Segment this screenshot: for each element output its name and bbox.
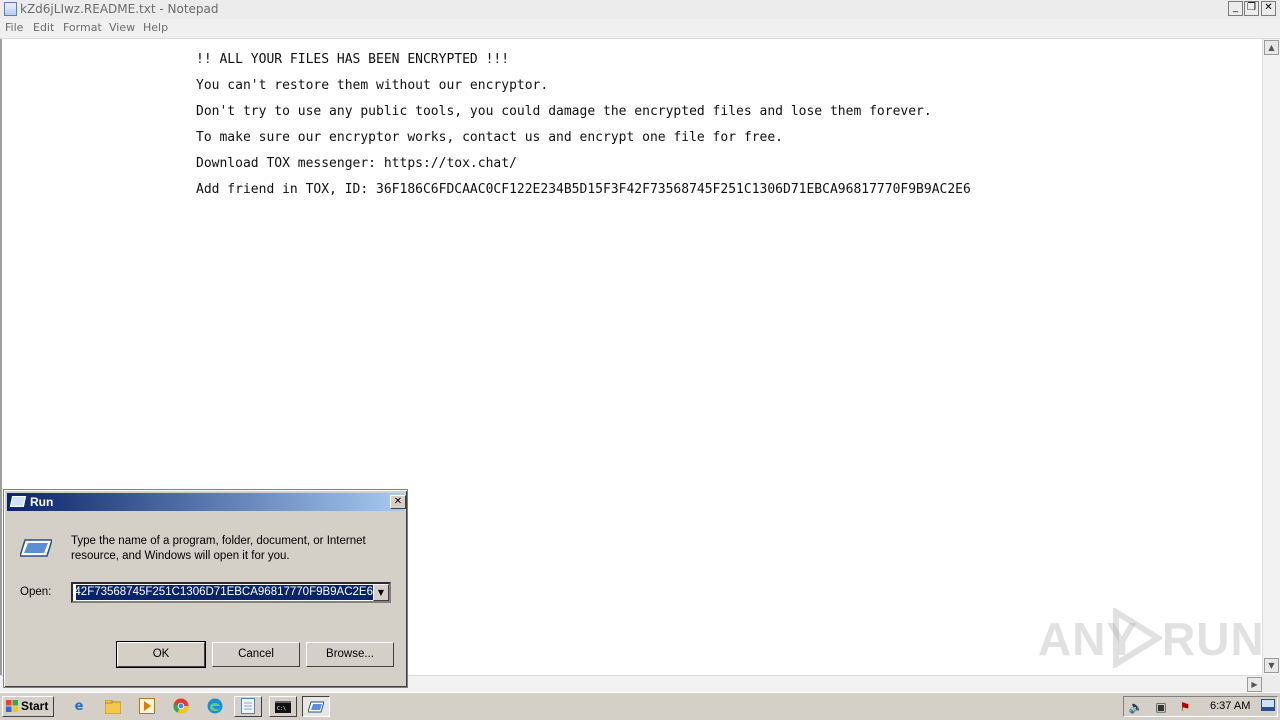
cancel-button[interactable]: Cancel xyxy=(212,642,300,667)
notepad-icon xyxy=(4,2,17,16)
network-icon[interactable]: ▣ xyxy=(1153,699,1169,715)
anyrun-watermark: ANY RUN xyxy=(1038,608,1264,668)
dropdown-arrow-icon[interactable]: ▼ xyxy=(373,584,389,601)
window-title: kZd6jLIwz.README.txt - Notepad xyxy=(20,2,219,16)
edge-icon[interactable] xyxy=(206,698,224,716)
scroll-up-button[interactable]: ▲ xyxy=(1264,40,1279,55)
svg-text:C:\: C:\ xyxy=(277,706,286,712)
text-line: !! ALL YOUR FILES HAS BEEN ENCRYPTED !!! xyxy=(196,52,510,67)
run-description: Type the name of a program, folder, docu… xyxy=(71,535,366,562)
taskbar: Start e C:\ 🔈 ▣ ⚑ 6:37 AM xyxy=(0,692,1280,720)
run-title: Run xyxy=(30,495,54,509)
text-line: To make sure our encryptor works, contac… xyxy=(196,130,783,145)
minimize-button[interactable]: _ xyxy=(1228,1,1243,16)
run-icon xyxy=(9,496,27,507)
watermark-text-right: RUN xyxy=(1162,613,1265,665)
run-dialog: Run ✕ Type the name of a program, folder… xyxy=(3,489,408,688)
text-line: Add friend in TOX, ID: 36F186C6FDCAAC0CF… xyxy=(196,182,971,197)
internet-explorer-icon[interactable]: e xyxy=(70,698,88,716)
browse-button[interactable]: Browse... xyxy=(306,642,394,667)
clock[interactable]: 6:37 AM xyxy=(1210,700,1250,712)
menu-view[interactable]: View xyxy=(109,21,135,34)
ok-button[interactable]: OK xyxy=(116,641,206,668)
speaker-icon[interactable]: 🔈 xyxy=(1128,699,1144,715)
show-desktop-icon[interactable] xyxy=(1260,699,1276,715)
start-label: Start xyxy=(21,699,49,713)
scroll-down-button[interactable]: ▼ xyxy=(1264,658,1279,673)
menu-bar: File Edit Format View Help xyxy=(0,19,1280,39)
run-program-icon xyxy=(20,539,52,557)
open-input-value[interactable]: 3F42F73568745F251C1306D71EBCA96817770F9B… xyxy=(76,585,374,600)
vertical-scrollbar[interactable]: ▲ ▼ xyxy=(1262,39,1280,675)
cmd-task[interactable]: C:\ xyxy=(269,696,297,717)
notepad-task[interactable] xyxy=(234,696,262,717)
open-label-text: Open: xyxy=(20,586,52,598)
notepad-titlebar: kZd6jLIwz.README.txt - Notepad _ ❐ ✕ xyxy=(0,0,1280,20)
system-tray: 🔈 ▣ ⚑ 6:37 AM xyxy=(1123,696,1278,717)
run-titlebar: Run ✕ xyxy=(7,493,406,511)
menu-edit[interactable]: Edit xyxy=(33,21,54,34)
text-line: You can't restore them without our encry… xyxy=(196,78,549,93)
chrome-icon[interactable] xyxy=(172,698,190,716)
open-label: Open: xyxy=(20,586,51,598)
size-grip xyxy=(1262,675,1280,692)
maximize-button[interactable]: ❐ xyxy=(1244,1,1259,16)
play-logo-icon xyxy=(1113,608,1162,668)
run-task[interactable] xyxy=(302,696,330,717)
windows-logo-icon xyxy=(6,700,18,712)
action-center-icon[interactable]: ⚑ xyxy=(1177,699,1193,715)
menu-help[interactable]: Help xyxy=(143,21,168,34)
open-combobox[interactable]: 3F42F73568745F251C1306D71EBCA96817770F9B… xyxy=(71,582,391,603)
text-line: Don't try to use any public tools, you c… xyxy=(196,104,932,119)
menu-file[interactable]: File xyxy=(5,21,23,34)
close-button[interactable]: ✕ xyxy=(1261,1,1276,16)
text-line: Download TOX messenger: https://tox.chat… xyxy=(196,156,517,171)
explorer-folder-icon[interactable] xyxy=(104,698,122,716)
run-close-button[interactable]: ✕ xyxy=(390,495,406,509)
media-player-icon[interactable] xyxy=(138,698,156,716)
start-button[interactable]: Start xyxy=(2,696,54,717)
scroll-right-button[interactable]: ▶ xyxy=(1247,677,1262,692)
menu-format[interactable]: Format xyxy=(63,21,102,34)
